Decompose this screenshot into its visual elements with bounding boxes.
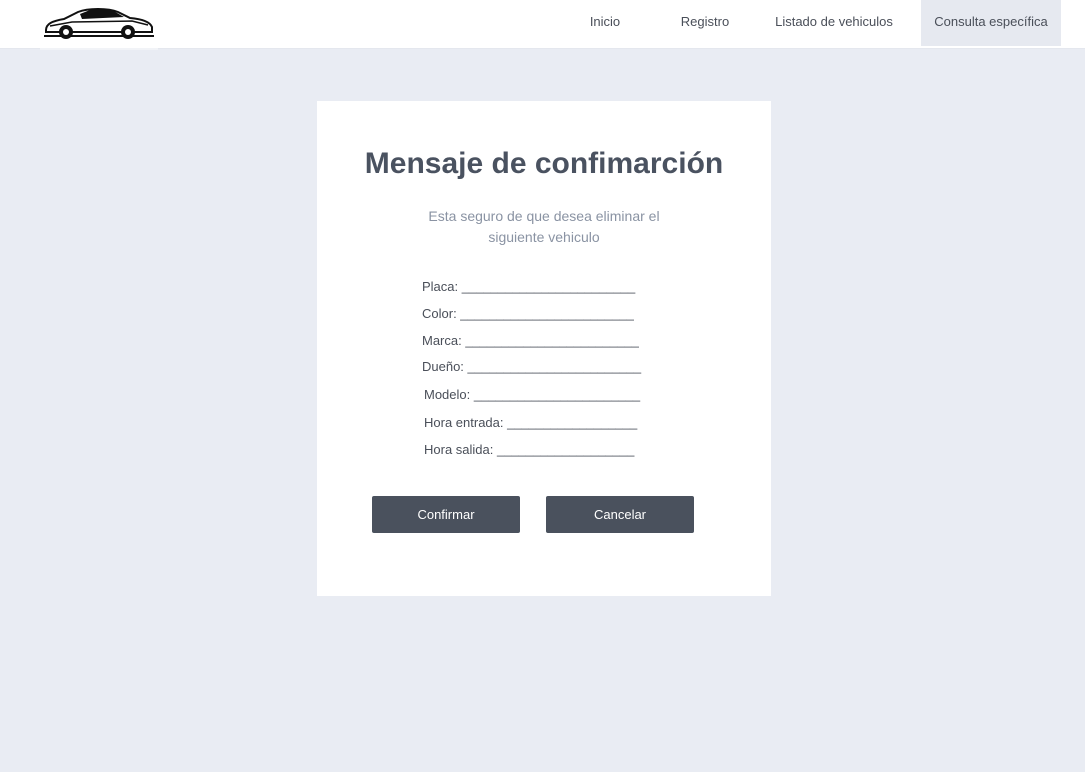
- nav-item-consulta[interactable]: Consulta específica: [921, 0, 1061, 46]
- confirmation-dialog: Mensaje de confimarción Esta seguro de q…: [317, 101, 771, 596]
- confirm-button[interactable]: Confirmar: [372, 496, 520, 533]
- nav-item-inicio[interactable]: Inicio: [576, 0, 634, 46]
- top-navbar: Inicio Registro Listado de vehiculos Con…: [0, 0, 1085, 50]
- field-marca: Marca: ________________________: [422, 333, 639, 348]
- field-placa: Placa: ________________________: [422, 279, 636, 294]
- dialog-message: Esta seguro de que desea eliminar el sig…: [428, 208, 660, 245]
- dialog-title: Mensaje de confimarción: [364, 147, 724, 180]
- car-logo-icon: [44, 8, 154, 39]
- field-dueno: Dueño: ________________________: [422, 359, 642, 374]
- cancel-button[interactable]: Cancelar: [546, 496, 694, 533]
- field-hora-entrada: Hora entrada: __________________: [424, 415, 638, 430]
- nav-item-listado[interactable]: Listado de vehiculos: [767, 0, 901, 46]
- nav-item-registro[interactable]: Registro: [670, 0, 740, 46]
- field-modelo: Modelo: _______________________: [424, 387, 641, 402]
- field-hora-salida: Hora salida: ___________________: [424, 442, 635, 457]
- field-color: Color: ________________________: [422, 306, 634, 321]
- logo[interactable]: [40, 0, 158, 50]
